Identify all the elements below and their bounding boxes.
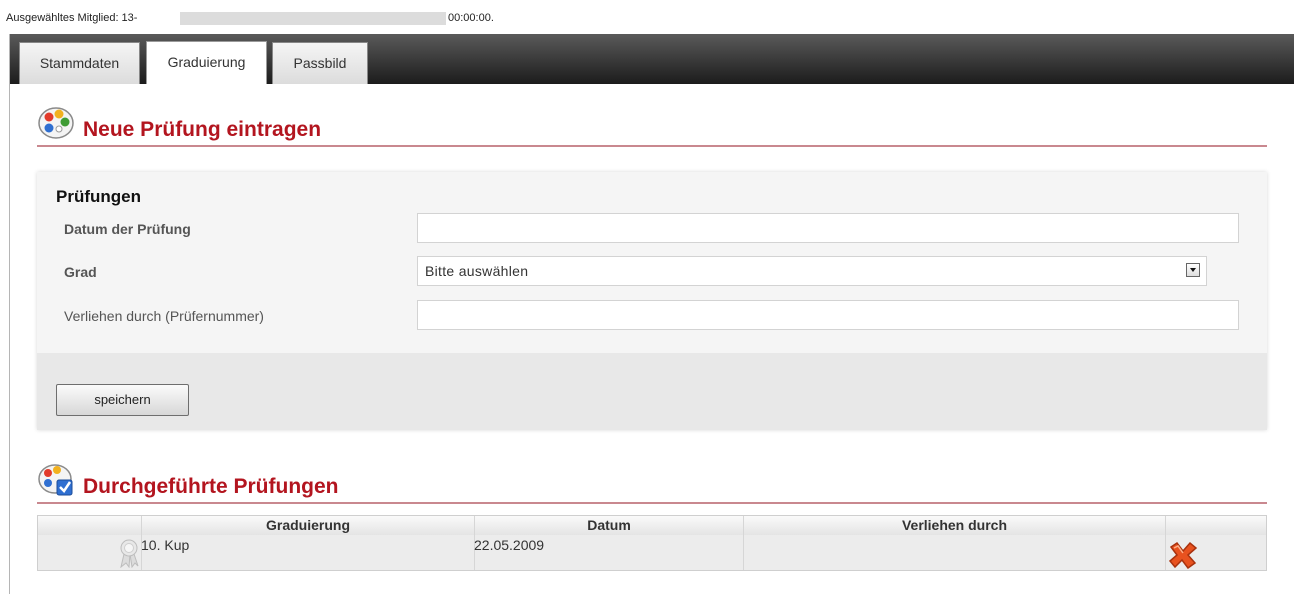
delete-icon[interactable] <box>1167 541 1199 569</box>
examiner-number-label: Verliehen durch (Prüfernummer) <box>64 308 264 324</box>
grade-select[interactable]: Bitte auswählen <box>417 256 1207 286</box>
column-divider <box>1165 516 1166 570</box>
grade-label: Grad <box>64 264 97 280</box>
form-footer: speichern <box>37 353 1267 430</box>
done-exams-title: Durchgeführte Prüfungen <box>83 475 339 498</box>
table-header-datum: Datum <box>474 516 743 535</box>
row-datum: 22.05.2009 <box>474 537 545 553</box>
selected-member-time: 00:00:00. <box>448 12 494 24</box>
table-header-graduierung: Graduierung <box>141 516 474 535</box>
exam-form: Prüfungen Datum der Prüfung Grad Bitte a… <box>37 172 1267 430</box>
chevron-down-icon[interactable] <box>1186 263 1200 277</box>
table-header-verliehen-durch: Verliehen durch <box>743 516 1165 535</box>
done-exams-table: Graduierung Datum Verliehen durch 10. Ku… <box>37 515 1267 571</box>
tab-bar: Stammdaten Graduierung Passbild <box>10 34 1294 84</box>
ribbon-icon <box>120 539 139 568</box>
grade-select-value: Bitte auswählen <box>425 263 529 279</box>
tab-stammdaten[interactable]: Stammdaten <box>19 42 140 84</box>
new-exam-header: Neue Prüfung eintragen <box>37 107 1267 147</box>
exam-date-label: Datum der Prüfung <box>64 221 191 237</box>
palette-check-icon <box>38 464 73 496</box>
exam-form-legend: Prüfungen <box>56 187 141 206</box>
table-header-action-col <box>1165 516 1266 535</box>
table-header-icon-col <box>38 516 141 535</box>
new-exam-title: Neue Prüfung eintragen <box>83 118 322 141</box>
save-button[interactable]: speichern <box>56 384 189 416</box>
examiner-number-input[interactable] <box>417 300 1239 330</box>
column-divider <box>743 516 744 570</box>
selected-member-bar: Ausgewähltes Mitglied: 13- 00:00:00. <box>6 10 494 26</box>
redacted-member-name <box>180 12 446 25</box>
selected-member-label: Ausgewähltes Mitglied: 13- <box>6 12 138 24</box>
done-exams-header: Durchgeführte Prüfungen <box>37 464 1267 504</box>
palette-icon <box>38 107 74 139</box>
tab-graduierung[interactable]: Graduierung <box>146 41 267 84</box>
exam-date-input[interactable] <box>417 213 1239 243</box>
tab-content: Neue Prüfung eintragen Prüfungen Datum d… <box>10 84 1294 594</box>
row-graduierung: 10. Kup <box>141 537 190 553</box>
member-panel: Stammdaten Graduierung Passbild Neue Prü… <box>9 34 1294 594</box>
tab-passbild[interactable]: Passbild <box>272 42 368 84</box>
